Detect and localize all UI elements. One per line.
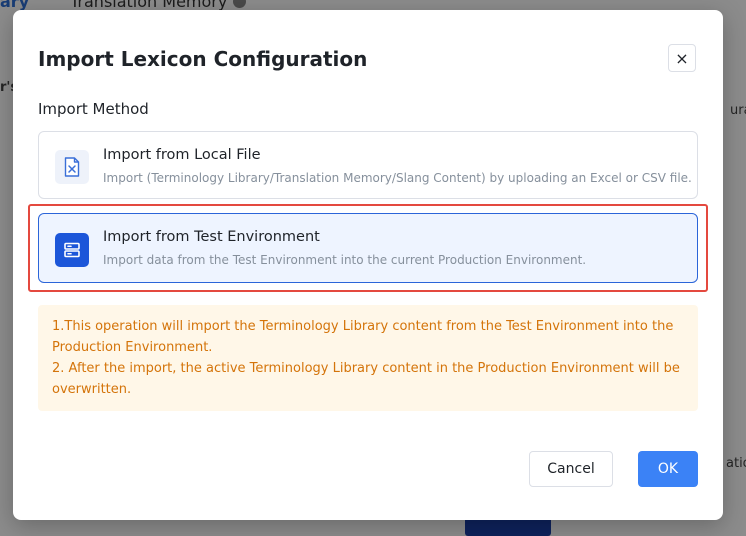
ok-button[interactable]: OK (638, 451, 698, 487)
option-import-local-file[interactable]: Import from Local File Import (Terminolo… (38, 131, 698, 199)
close-icon: × (675, 48, 689, 68)
option-title: Import from Local File (103, 147, 261, 163)
option-title: Import from Test Environment (103, 229, 320, 245)
import-lexicon-dialog: Import Lexicon Configuration × Import Me… (13, 10, 723, 520)
import-method-label: Import Method (38, 100, 149, 118)
dialog-title: Import Lexicon Configuration (38, 47, 368, 71)
excel-file-icon (55, 150, 89, 184)
option-description: Import data from the Test Environment in… (103, 253, 587, 267)
close-button[interactable]: × (668, 44, 696, 72)
server-icon (55, 233, 89, 267)
notice-line-2: 2. After the import, the active Terminol… (52, 361, 680, 397)
cancel-button[interactable]: Cancel (529, 451, 613, 487)
option-import-test-environment[interactable]: Import from Test Environment Import data… (38, 213, 698, 283)
option-description: Import (Terminology Library/Translation … (103, 171, 692, 185)
warning-notice: 1.This operation will import the Termino… (38, 305, 698, 411)
notice-line-1: 1.This operation will import the Termino… (52, 319, 674, 355)
